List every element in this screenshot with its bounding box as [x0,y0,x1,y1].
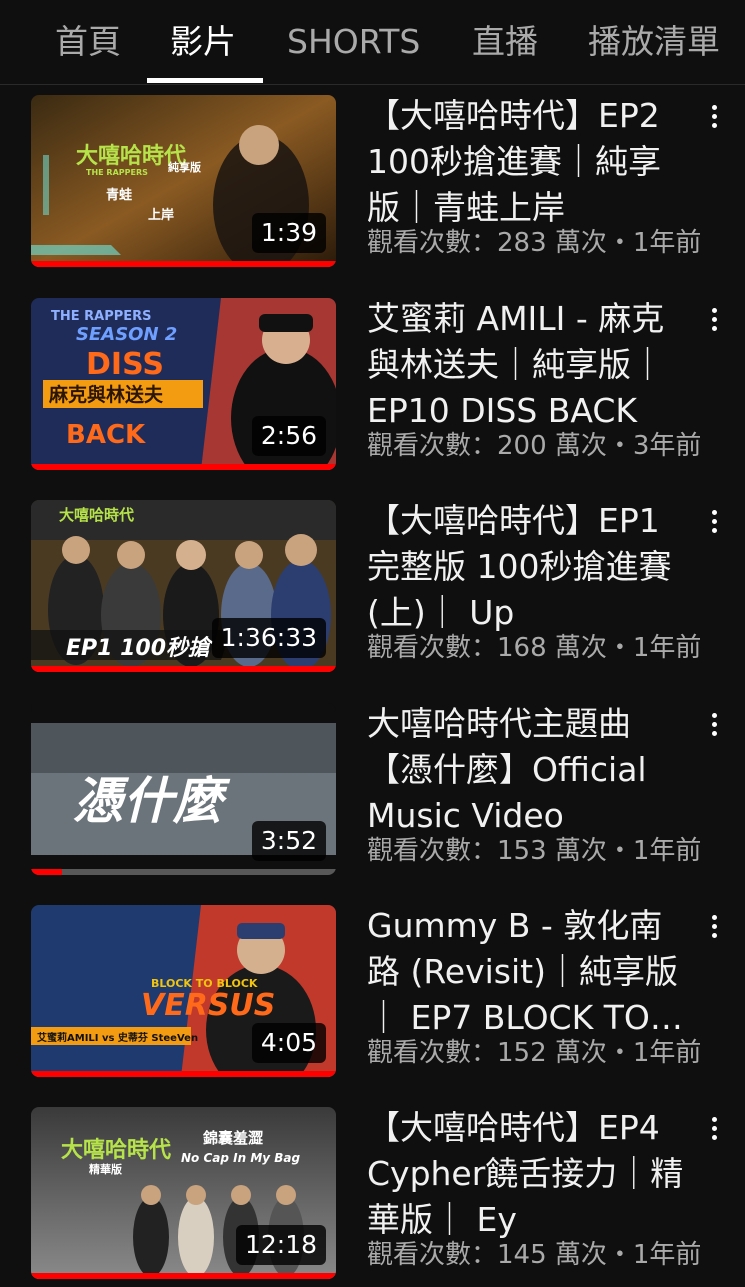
thumb-tag: 精華版 [89,1162,122,1176]
channel-tabs: 首頁 影片 SHORTS 直播 播放清單 [0,0,745,85]
watch-progress-fill [31,1071,336,1077]
watch-progress [31,464,336,470]
video-item[interactable]: THE RAPPERS SEASON 2 DISS 麻克與林送夫 BACK 2:… [0,298,745,478]
tab-home[interactable]: 首頁 [55,0,121,84]
video-item[interactable]: 大嘻哈時代 EP1 100秒搶 1:36:33 【大嘻哈時代】EP1完整版 10… [0,500,745,680]
thumb-caption-2: 上岸 [148,207,174,223]
thumb-logo-sub: SEASON 2 [76,324,177,345]
more-options-icon[interactable] [700,1109,730,1149]
thumb-big: VERSUS [141,988,275,1023]
video-duration: 3:52 [251,821,326,861]
watch-progress-fill [31,869,62,875]
video-thumbnail[interactable]: 大嘻哈時代 精華版 錦囊羞澀 No Cap In My Bag 12:18 [31,1107,336,1279]
video-duration: 2:56 [251,416,326,456]
thumb-big-2: BACK [66,420,146,450]
video-item[interactable]: BLOCK TO BLOCK VERSUS 艾蜜莉AMILI vs 史蒂芬 St… [0,905,745,1085]
thumb-big-1: DISS [86,347,164,382]
thumb-caption-1: 青蛙 [106,187,132,203]
thumb-logo: THE RAPPERS [51,309,152,324]
more-options-icon[interactable] [700,705,730,745]
video-meta: 觀看次數：200 萬次・3年前 [367,431,702,461]
watch-progress [31,1071,336,1077]
video-item[interactable]: 憑什麼 3:52 大嘻哈時代主題曲【憑什麼】Official Music Vid… [0,703,745,883]
more-options-icon[interactable] [700,97,730,137]
video-thumbnail[interactable]: 大嘻哈時代 EP1 100秒搶 1:36:33 [31,500,336,672]
thumb-sub: No Cap In My Bag [181,1151,301,1165]
watch-progress-fill [31,1273,336,1279]
thumb-caption: 麻克與林送夫 [48,383,164,406]
thumb-tag: 純享版 [168,160,201,174]
video-item[interactable]: 大嘻哈時代 精華版 錦囊羞澀 No Cap In My Bag 12:18 【大… [0,1107,745,1287]
video-title[interactable]: 大嘻哈時代主題曲【憑什麼】Official Music Video [367,701,692,839]
thumb-caption: 艾蜜莉AMILI vs 史蒂芬 SteeVen [37,1031,198,1044]
thumb-logo-sub: THE RAPPERS [86,168,148,177]
video-duration: 4:05 [251,1023,326,1063]
watch-progress [31,869,336,875]
watch-progress-fill [31,666,336,672]
video-meta: 觀看次數：152 萬次・1年前 [367,1038,702,1068]
video-duration: 12:18 [235,1225,326,1265]
video-meta: 觀看次數：145 萬次・1年前 [367,1240,702,1270]
video-meta: 觀看次數：168 萬次・1年前 [367,633,702,663]
video-meta: 觀看次數：283 萬次・1年前 [367,228,702,258]
watch-progress-fill [31,261,336,267]
more-options-icon[interactable] [700,502,730,542]
tab-shorts[interactable]: SHORTS [287,0,420,84]
video-title[interactable]: 【大嘻哈時代】EP2 100秒搶進賽｜純享版｜青蛙上岸 [367,93,692,231]
video-title[interactable]: 【大嘻哈時代】EP1完整版 100秒搶進賽 (上)｜ Up [367,498,692,636]
video-item[interactable]: 大嘻哈時代 THE RAPPERS 純享版 青蛙 上岸 1:39 【大嘻哈時代】… [0,95,745,275]
thumb-caption: 憑什麼 [73,772,231,830]
active-tab-indicator [147,78,263,83]
video-thumbnail[interactable]: 大嘻哈時代 THE RAPPERS 純享版 青蛙 上岸 1:39 [31,95,336,267]
thumb-logo: 大嘻哈時代 [61,1137,171,1163]
video-meta: 觀看次數：153 萬次・1年前 [367,836,702,866]
watch-progress-fill [31,464,336,470]
video-thumbnail[interactable]: BLOCK TO BLOCK VERSUS 艾蜜莉AMILI vs 史蒂芬 St… [31,905,336,1077]
video-title[interactable]: 艾蜜莉 AMILI - 麻克與林送夫｜純享版｜ EP10 DISS BACK [367,296,692,434]
tab-playlists[interactable]: 播放清單 [588,0,720,84]
watch-progress [31,666,336,672]
video-thumbnail[interactable]: 憑什麼 3:52 [31,703,336,875]
video-title[interactable]: 【大嘻哈時代】EP4 Cypher饒舌接力｜精華版｜ Ey [367,1105,692,1243]
thumb-caption: EP1 100秒搶 [66,635,214,661]
video-duration: 1:39 [251,213,326,253]
watch-progress [31,1273,336,1279]
thumb-headline: 錦囊羞澀 [202,1129,263,1147]
tab-videos[interactable]: 影片 [170,0,236,84]
thumb-logo: 大嘻哈時代 [59,506,134,524]
video-duration: 1:36:33 [211,618,326,658]
tab-live[interactable]: 直播 [472,0,538,84]
more-options-icon[interactable] [700,907,730,947]
video-title[interactable]: Gummy B - 敦化南路 (Revisit)｜純享版｜ EP7 BLOCK … [367,903,692,1041]
video-thumbnail[interactable]: THE RAPPERS SEASON 2 DISS 麻克與林送夫 BACK 2:… [31,298,336,470]
more-options-icon[interactable] [700,300,730,340]
watch-progress [31,261,336,267]
